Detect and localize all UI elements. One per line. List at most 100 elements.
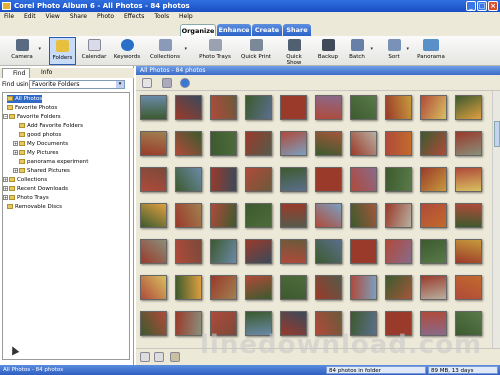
rotate-icon[interactable] bbox=[142, 78, 152, 88]
photo-thumbnail[interactable] bbox=[420, 275, 447, 300]
photo-trays-button[interactable]: Photo Trays bbox=[198, 37, 232, 65]
photo-thumbnail[interactable] bbox=[315, 131, 342, 156]
menu-photo[interactable]: Photo bbox=[97, 12, 114, 22]
edit-icon[interactable] bbox=[170, 352, 180, 362]
photo-thumbnail[interactable] bbox=[420, 95, 447, 120]
photo-thumbnail[interactable] bbox=[455, 131, 482, 156]
backup-button[interactable]: Backup bbox=[315, 37, 341, 65]
camera-button[interactable]: Camera ▾ bbox=[8, 37, 41, 65]
scrollbar-thumb[interactable] bbox=[494, 121, 500, 147]
photo-thumbnail[interactable] bbox=[280, 167, 307, 192]
menu-edit[interactable]: Edit bbox=[24, 12, 36, 22]
quick-print-button[interactable]: Quick Print bbox=[240, 37, 272, 65]
tab-organize[interactable]: Organize bbox=[180, 24, 216, 36]
photo-thumbnail[interactable] bbox=[350, 167, 377, 192]
photo-thumbnail[interactable] bbox=[210, 203, 237, 228]
photo-thumbnail[interactable] bbox=[210, 131, 237, 156]
tree-my-pictures[interactable]: + My Pictures bbox=[13, 149, 59, 157]
photo-thumbnail[interactable] bbox=[245, 167, 272, 192]
keywords-button[interactable]: Keywords bbox=[112, 37, 142, 65]
photo-thumbnail[interactable] bbox=[140, 311, 167, 336]
tab-info[interactable]: Info bbox=[31, 68, 59, 78]
photo-thumbnail[interactable] bbox=[140, 239, 167, 264]
photo-thumbnail[interactable] bbox=[140, 167, 167, 192]
help-icon[interactable] bbox=[180, 78, 190, 88]
photo-thumbnail[interactable] bbox=[210, 95, 237, 120]
save-icon[interactable] bbox=[162, 78, 172, 88]
tree-add-favorite-folders[interactable]: Add Favorite Folders bbox=[19, 122, 83, 130]
photo-thumbnail[interactable] bbox=[245, 275, 272, 300]
calendar-button[interactable]: Calendar bbox=[81, 37, 107, 65]
photo-thumbnail[interactable] bbox=[280, 239, 307, 264]
photo-thumbnail[interactable] bbox=[140, 95, 167, 120]
tree-recent-downloads[interactable]: + Recent Downloads bbox=[3, 185, 68, 193]
photo-thumbnail[interactable] bbox=[280, 275, 307, 300]
menu-share[interactable]: Share bbox=[70, 12, 87, 22]
tree-photo-trays[interactable]: + Photo Trays bbox=[3, 194, 49, 202]
photo-thumbnail[interactable] bbox=[385, 131, 412, 156]
tab-create[interactable]: Create bbox=[252, 24, 282, 36]
menu-view[interactable]: View bbox=[46, 12, 60, 22]
tree-shared-pictures[interactable]: + Shared Pictures bbox=[13, 167, 70, 175]
photo-thumbnail[interactable] bbox=[350, 203, 377, 228]
photo-thumbnail[interactable] bbox=[175, 275, 202, 300]
photo-thumbnail[interactable] bbox=[385, 95, 412, 120]
photo-thumbnail[interactable] bbox=[245, 239, 272, 264]
photo-thumbnail[interactable] bbox=[315, 95, 342, 120]
panorama-button[interactable]: Panorama bbox=[416, 37, 446, 65]
tree-favorite-photos[interactable]: Favorite Photos bbox=[7, 104, 57, 112]
menu-file[interactable]: File bbox=[4, 12, 14, 22]
photo-thumbnail[interactable] bbox=[140, 131, 167, 156]
menu-effects[interactable]: Effects bbox=[124, 12, 144, 22]
photo-thumbnail[interactable] bbox=[315, 239, 342, 264]
photo-thumbnail[interactable] bbox=[175, 311, 202, 336]
photo-thumbnail[interactable] bbox=[140, 275, 167, 300]
photo-thumbnail[interactable] bbox=[455, 203, 482, 228]
photo-thumbnail[interactable] bbox=[280, 95, 307, 120]
photo-thumbnail[interactable] bbox=[350, 131, 377, 156]
photo-thumbnail[interactable] bbox=[245, 203, 272, 228]
tab-find[interactable]: Find bbox=[2, 68, 30, 78]
vertical-scrollbar[interactable] bbox=[492, 91, 500, 348]
photo-thumbnail[interactable] bbox=[175, 203, 202, 228]
tree-all-photos[interactable]: All Photos bbox=[7, 95, 43, 103]
photo-thumbnail[interactable] bbox=[420, 239, 447, 264]
tab-share[interactable]: Share bbox=[283, 24, 311, 36]
menu-tools[interactable]: Tools bbox=[154, 12, 169, 22]
collections-button[interactable]: Collections ▾ bbox=[148, 37, 187, 65]
photo-thumbnail[interactable] bbox=[455, 239, 482, 264]
minimize-button[interactable]: _ bbox=[466, 1, 476, 11]
photo-thumbnail[interactable] bbox=[455, 167, 482, 192]
photo-thumbnail[interactable] bbox=[315, 275, 342, 300]
photo-thumbnail[interactable] bbox=[420, 131, 447, 156]
folders-button[interactable]: Folders bbox=[49, 37, 76, 65]
sort-button[interactable]: Sort ▾ bbox=[384, 37, 409, 65]
tree-panorama-experiment[interactable]: panorama experiment bbox=[19, 158, 88, 166]
undo-icon[interactable] bbox=[140, 352, 150, 362]
menu-help[interactable]: Help bbox=[179, 12, 193, 22]
photo-thumbnail[interactable] bbox=[350, 275, 377, 300]
chevron-down-icon[interactable]: ▾ bbox=[116, 81, 124, 88]
photo-thumbnail[interactable] bbox=[455, 95, 482, 120]
quick-show-button[interactable]: Quick Show bbox=[278, 37, 310, 66]
tree-collections[interactable]: + Collections bbox=[3, 176, 47, 184]
tree-removable-discs[interactable]: Removable Discs bbox=[7, 203, 62, 211]
photo-thumbnail[interactable] bbox=[315, 167, 342, 192]
tree-favorite-folders[interactable]: − Favorite Folders bbox=[3, 113, 61, 121]
photo-thumbnail[interactable] bbox=[350, 95, 377, 120]
photo-thumbnail[interactable] bbox=[210, 275, 237, 300]
photo-thumbnail[interactable] bbox=[210, 167, 237, 192]
photo-thumbnail[interactable] bbox=[350, 239, 377, 264]
photo-thumbnail[interactable] bbox=[245, 131, 272, 156]
photo-thumbnail[interactable] bbox=[175, 167, 202, 192]
photo-thumbnail[interactable] bbox=[315, 203, 342, 228]
photo-thumbnail[interactable] bbox=[420, 167, 447, 192]
photo-thumbnail[interactable] bbox=[280, 131, 307, 156]
maximize-button[interactable]: □ bbox=[477, 1, 487, 11]
tree-good-photos[interactable]: good photos bbox=[19, 131, 61, 139]
photo-thumbnail[interactable] bbox=[385, 239, 412, 264]
photo-thumbnail[interactable] bbox=[280, 203, 307, 228]
photo-thumbnail[interactable] bbox=[175, 239, 202, 264]
photo-thumbnail[interactable] bbox=[455, 275, 482, 300]
close-button[interactable]: × bbox=[488, 1, 498, 11]
